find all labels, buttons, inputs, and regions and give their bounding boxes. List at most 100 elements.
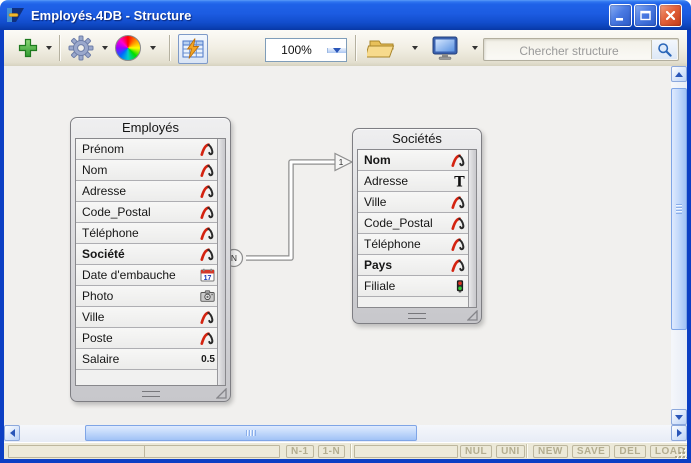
field-row-1[interactable]: AdresseT: [358, 171, 468, 192]
search-box: [483, 38, 679, 61]
settings-dropdown-caret[interactable]: [102, 46, 108, 50]
colors-button[interactable]: [114, 35, 142, 61]
statusbar-button-nul[interactable]: NUL: [460, 445, 492, 458]
field-row-9[interactable]: Poste: [76, 328, 217, 349]
alpha-field-type-icon: [448, 196, 466, 209]
alpha-field-type-icon: [197, 227, 215, 240]
relation-one-label: 1: [339, 157, 344, 167]
zoom-value: 100%: [267, 40, 327, 60]
plus-icon: [17, 37, 39, 59]
window-title: Employés.4DB - Structure: [31, 8, 191, 23]
open-dropdown-caret[interactable]: [412, 46, 418, 50]
text-field-type-icon: T: [448, 175, 466, 188]
display-button[interactable]: [428, 34, 462, 62]
table-employes[interactable]: Employés PrénomNomAdresse Code_Postal Télé…: [70, 117, 231, 402]
add-table-button[interactable]: [15, 35, 41, 61]
open-button[interactable]: [363, 35, 401, 61]
table-societes[interactable]: Sociétés NomAdresseTVilleCode_PostalTélé…: [352, 128, 482, 324]
display-dropdown-caret[interactable]: [472, 46, 478, 50]
alpha-field-type-icon: [197, 185, 215, 198]
field-label: Code_Postal: [358, 216, 448, 230]
field-row-10[interactable]: Salaire0.5: [76, 349, 217, 370]
search-button[interactable]: [651, 40, 677, 59]
scroll-left-button[interactable]: [4, 425, 20, 441]
field-row-0[interactable]: Nom: [358, 150, 468, 171]
scroll-up-button[interactable]: [671, 66, 687, 82]
field-row-4[interactable]: Téléphone: [76, 223, 217, 244]
quick-action-button[interactable]: [178, 34, 208, 64]
field-row-5[interactable]: Pays: [358, 255, 468, 276]
field-row-6[interactable]: Filiale: [358, 276, 468, 297]
toolbar-separator: [169, 35, 171, 61]
application-window: Employés.4DB - Structure: [0, 0, 691, 463]
field-row-0[interactable]: Prénom: [76, 139, 217, 160]
vertical-scrollbar[interactable]: [671, 66, 687, 425]
search-input[interactable]: [484, 39, 654, 62]
statusbar-button-uni[interactable]: UNI: [496, 445, 525, 458]
table-scrollbar[interactable]: [217, 139, 225, 385]
zoom-combo[interactable]: 100%: [265, 38, 347, 62]
add-dropdown-caret[interactable]: [46, 46, 52, 50]
statusbar-button-save[interactable]: SAVE: [572, 445, 611, 458]
scroll-right-button[interactable]: [671, 425, 687, 441]
field-label: Adresse: [358, 174, 448, 188]
settings-button[interactable]: [66, 33, 96, 63]
field-row-3[interactable]: Code_Postal: [358, 213, 468, 234]
resize-grip-icon[interactable]: [673, 446, 686, 459]
field-label: Pays: [358, 258, 448, 272]
window-border-left: [0, 30, 4, 463]
maximize-button[interactable]: [634, 4, 657, 27]
alpha-field-type-icon: [448, 154, 466, 167]
field-row-8[interactable]: Ville: [76, 307, 217, 328]
statusbar-button-1-n[interactable]: 1-N: [318, 445, 346, 458]
field-row-4[interactable]: Téléphone: [358, 234, 468, 255]
horizontal-scrollbar-thumb[interactable]: [85, 425, 417, 441]
field-row-1[interactable]: Nom: [76, 160, 217, 181]
field-row-6[interactable]: Date d'embauche17: [76, 265, 217, 286]
statusbar-button-new[interactable]: NEW: [533, 445, 568, 458]
field-row-3[interactable]: Code_Postal: [76, 202, 217, 223]
table-title[interactable]: Employés: [71, 118, 230, 138]
magnifier-icon: [657, 42, 673, 58]
field-label: Photo: [76, 289, 197, 303]
relation-n-label: N: [231, 253, 237, 263]
horizontal-scrollbar[interactable]: [4, 425, 687, 442]
field-row-2[interactable]: Ville: [358, 192, 468, 213]
zoom-dropdown-button[interactable]: [327, 48, 346, 53]
field-row-2[interactable]: Adresse: [76, 181, 217, 202]
statusbar-button-del[interactable]: DEL: [614, 445, 646, 458]
table-title[interactable]: Sociétés: [353, 129, 481, 149]
minimize-button[interactable]: [609, 4, 632, 27]
field-label: Code_Postal: [76, 205, 197, 219]
colors-dropdown-caret[interactable]: [150, 46, 156, 50]
gear-icon: [68, 35, 94, 61]
relation-one-arrow[interactable]: [335, 154, 352, 171]
alpha-field-type-icon: [197, 143, 215, 156]
chevron-down-icon: [333, 48, 341, 53]
field-label: Téléphone: [358, 237, 448, 251]
structure-canvas[interactable]: N 1 Employés PrénomNomAdresseCode_Postal…: [4, 66, 671, 425]
table-grip[interactable]: [408, 313, 426, 319]
chevron-right-icon: [677, 429, 682, 437]
statusbar-button-n-1[interactable]: N-1: [286, 445, 314, 458]
table-scrollbar[interactable]: [468, 150, 476, 307]
field-row-7[interactable]: Photo: [76, 286, 217, 307]
status-bar: N-11-N NULUNI NEWSAVEDELLOAD: [4, 442, 687, 460]
alpha-field-type-icon: [197, 311, 215, 324]
chevron-left-icon: [10, 429, 15, 437]
table-resize-handle[interactable]: [467, 310, 478, 321]
alpha-field-type-icon: [448, 217, 466, 230]
table-resize-handle[interactable]: [216, 388, 227, 399]
vertical-scrollbar-thumb[interactable]: [671, 88, 687, 330]
field-label: Téléphone: [76, 226, 197, 240]
title-bar[interactable]: Employés.4DB - Structure: [0, 0, 691, 30]
alpha-field-type-icon: [197, 164, 215, 177]
field-row-5[interactable]: Société: [76, 244, 217, 265]
status-field-right: [354, 445, 458, 458]
scroll-down-button[interactable]: [671, 409, 687, 425]
close-button[interactable]: [659, 4, 682, 27]
field-list: NomAdresseTVilleCode_PostalTéléphonePays…: [358, 150, 468, 307]
field-label: Nom: [358, 153, 448, 167]
table-grip[interactable]: [142, 391, 160, 397]
statusbar-separator: [350, 444, 352, 458]
